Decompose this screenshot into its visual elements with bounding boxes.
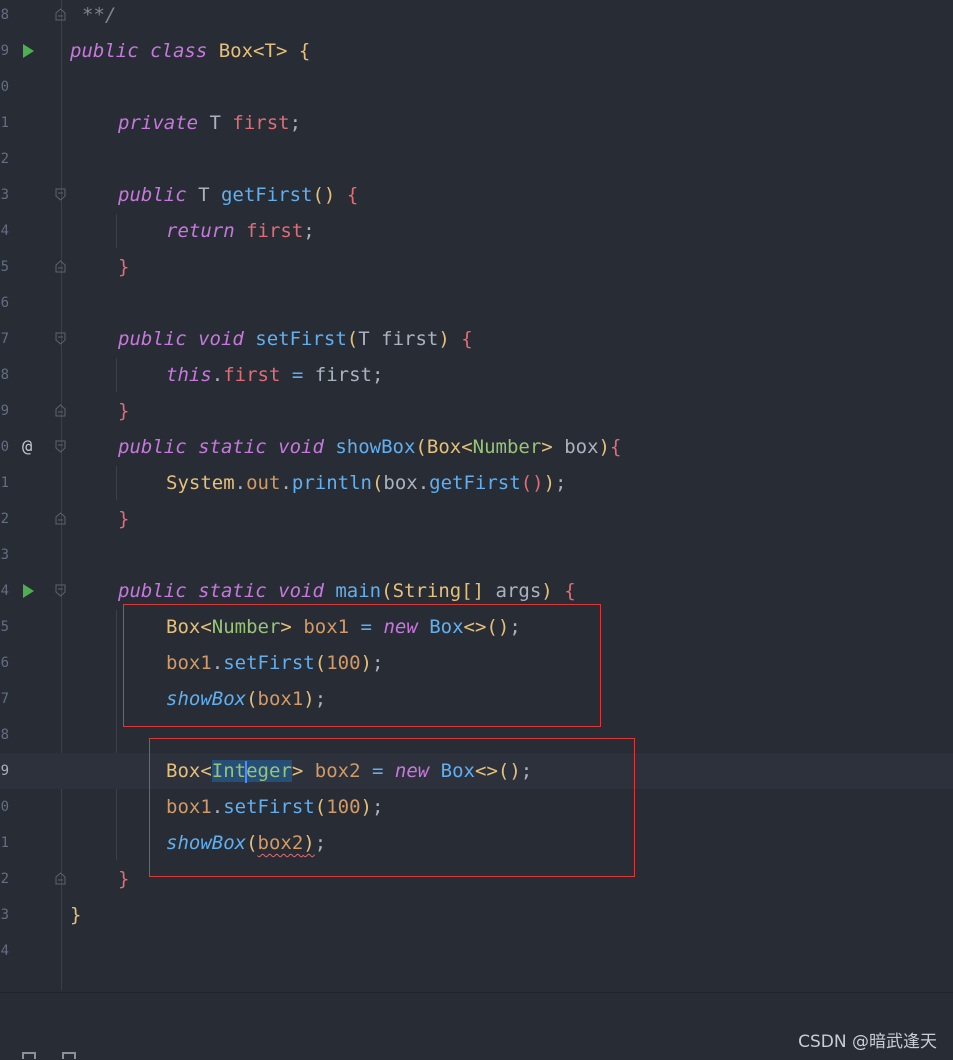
- code-line[interactable]: 1 System.out.println(box.getFirst());: [0, 465, 953, 501]
- watermark: CSDN @暗武逢天: [798, 1032, 937, 1052]
- line-number: 4: [0, 223, 9, 239]
- code-text: }: [118, 256, 130, 278]
- code-line[interactable]: 8 **/: [0, 0, 953, 33]
- highlight-box-box1: [123, 604, 601, 727]
- fold-end-icon[interactable]: [55, 512, 66, 525]
- code-line[interactable]: 3: [0, 537, 953, 573]
- line-number: 2: [0, 871, 9, 887]
- code-line[interactable]: 3 public T getFirst() {: [0, 177, 953, 213]
- line-number: 3: [0, 547, 9, 563]
- line-number: 4: [0, 943, 9, 959]
- panel-layout-icon[interactable]: [22, 1052, 36, 1059]
- fold-start-icon[interactable]: [55, 188, 66, 201]
- code-line[interactable]: 4: [0, 933, 953, 969]
- highlight-box-box2: [149, 738, 635, 877]
- line-number: 2: [0, 511, 9, 527]
- line-number: 0: [0, 799, 9, 815]
- line-number: 5: [0, 259, 9, 275]
- code-text: }: [118, 400, 130, 422]
- line-number: 8: [0, 727, 9, 743]
- code-text: }: [118, 868, 130, 890]
- fold-end-icon[interactable]: [55, 260, 66, 273]
- line-number: 7: [0, 691, 9, 707]
- fold-start-icon[interactable]: [55, 584, 66, 597]
- code-line[interactable]: 2 }: [0, 501, 953, 537]
- line-number: 6: [0, 295, 9, 311]
- line-number: 8: [0, 7, 9, 23]
- fold-end-icon[interactable]: [55, 872, 66, 885]
- code-text: **/: [82, 4, 117, 26]
- code-text: }: [70, 904, 82, 926]
- code-editor[interactable]: 8 **/ 9 public class Box<T> { 0 1 privat…: [0, 0, 953, 992]
- structure-icon[interactable]: [62, 1052, 76, 1059]
- line-number: 1: [0, 115, 9, 131]
- code-text: return first;: [166, 220, 315, 242]
- code-line[interactable]: 9 public class Box<T> {: [0, 33, 953, 69]
- code-line[interactable]: 3 }: [0, 897, 953, 933]
- code-text: this.first = first;: [166, 364, 384, 386]
- line-number: 0: [0, 79, 9, 95]
- line-number: 9: [0, 43, 9, 59]
- code-text: public void setFirst(T first) {: [118, 328, 473, 350]
- line-number: 1: [0, 835, 9, 851]
- fold-end-icon[interactable]: [55, 404, 66, 417]
- line-number: 1: [0, 475, 9, 491]
- code-line[interactable]: 4 return first;: [0, 213, 953, 249]
- line-number: 5: [0, 619, 9, 635]
- line-number: 9: [0, 403, 9, 419]
- code-line[interactable]: 1 private T first;: [0, 105, 953, 141]
- code-line[interactable]: 5 }: [0, 249, 953, 285]
- code-line[interactable]: 8 this.first = first;: [0, 357, 953, 393]
- run-icon[interactable]: [23, 584, 34, 598]
- line-number: 0: [0, 439, 9, 455]
- line-number: 6: [0, 655, 9, 671]
- run-icon[interactable]: [23, 44, 34, 58]
- code-text: public class Box<T> {: [70, 40, 311, 62]
- line-number: 3: [0, 907, 9, 923]
- line-number: 8: [0, 367, 9, 383]
- annotation-at-icon[interactable]: @: [22, 429, 32, 465]
- line-number: 2: [0, 151, 9, 167]
- code-text: public static void showBox(Box<Number> b…: [118, 436, 622, 458]
- line-number: 4: [0, 583, 9, 599]
- code-text: }: [118, 508, 130, 530]
- code-text: private T first;: [118, 112, 302, 134]
- code-line[interactable]: 6: [0, 285, 953, 321]
- code-text: System.out.println(box.getFirst());: [166, 472, 567, 494]
- code-line[interactable]: 7 public void setFirst(T first) {: [0, 321, 953, 357]
- line-number: 7: [0, 331, 9, 347]
- code-line[interactable]: 2: [0, 141, 953, 177]
- fold-start-icon[interactable]: [55, 332, 66, 345]
- code-text: public T getFirst() {: [118, 184, 359, 206]
- fold-start-icon[interactable]: [55, 440, 66, 453]
- line-number: 3: [0, 187, 9, 203]
- code-line[interactable]: 0: [0, 69, 953, 105]
- fold-end-icon[interactable]: [55, 8, 66, 21]
- code-line[interactable]: 9 }: [0, 393, 953, 429]
- code-line[interactable]: 0 @ public static void showBox(Box<Numbe…: [0, 429, 953, 465]
- line-number: 9: [0, 763, 9, 779]
